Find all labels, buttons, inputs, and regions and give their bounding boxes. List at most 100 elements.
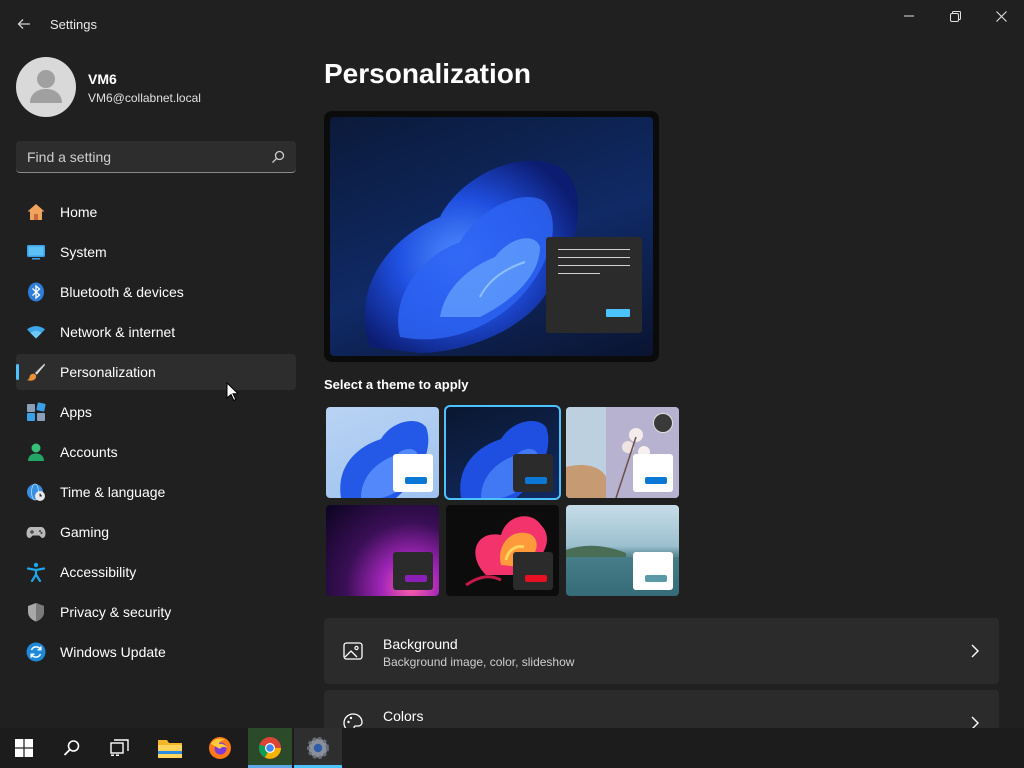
theme-preview [324,111,659,362]
sidebar-item-system[interactable]: System [16,234,296,270]
image-icon [343,642,363,660]
search-icon[interactable] [270,149,286,165]
accent-sample [645,477,667,484]
search-placeholder: Find a setting [27,149,112,165]
chevron-right-icon [971,644,979,658]
home-icon [27,204,45,220]
app-title: Settings [50,17,97,32]
person-icon [28,443,44,461]
restore-icon [949,10,961,22]
task-view-icon [110,739,129,756]
arrow-left-icon [17,19,30,29]
wallpaper-preview [330,117,653,356]
theme-tile-windows-light[interactable] [326,407,439,498]
sidebar-item-label: Personalization [60,364,156,380]
chrome-icon [259,737,281,759]
background-setting[interactable]: Background Background image, color, slid… [324,618,999,684]
title-bar: Settings [0,0,1024,48]
page-title: Personalization [324,58,531,89]
colors-setting[interactable]: Colors [324,690,999,733]
sidebar-item-accessibility[interactable]: Accessibility [16,554,296,590]
back-button[interactable] [10,10,38,38]
search-input[interactable]: Find a setting [16,141,296,173]
sidebar-item-time-language[interactable]: Time & language [16,474,296,510]
close-button[interactable] [978,0,1024,32]
taskbar-search-button[interactable] [50,728,94,768]
chrome-button[interactable] [248,728,292,768]
task-view-button[interactable] [98,728,142,768]
sidebar-item-label: Bluetooth & devices [60,284,184,300]
sidebar-item-label: Accounts [60,444,118,460]
settings-button[interactable] [294,728,342,768]
user-name: VM6 [88,71,117,87]
user-email: VM6@collabnet.local [88,91,201,105]
sidebar-item-accounts[interactable]: Accounts [16,434,296,470]
window-sample [633,552,673,590]
preview-line [558,257,630,258]
setting-title: Colors [383,708,424,724]
monitor-icon [27,245,45,260]
sidebar-item-label: System [60,244,107,260]
bluetooth-icon [28,282,44,302]
sidebar-item-label: Windows Update [60,644,166,660]
sidebar-item-personalization[interactable]: Personalization [16,354,296,390]
file-explorer-icon [158,740,182,758]
theme-tile-flowers-spotlight[interactable] [566,407,679,498]
wifi-icon [27,326,45,339]
window-sample [393,552,433,590]
firefox-button[interactable] [198,728,242,768]
sidebar-item-privacy[interactable]: Privacy & security [16,594,296,630]
accessibility-icon [26,562,46,582]
minimize-icon [904,15,914,17]
start-icon [15,739,33,757]
mouse-cursor-icon [226,382,238,402]
sidebar-nav: Home System Bluetooth & devices Network … [16,194,296,674]
themes-section-label: Select a theme to apply [324,377,469,392]
restore-button[interactable] [932,0,978,32]
sidebar-item-label: Privacy & security [60,604,172,620]
close-icon [995,10,1007,22]
sidebar-item-apps[interactable]: Apps [16,394,296,430]
refresh-icon [26,642,46,662]
search-icon [63,740,80,756]
theme-tile-captured-motion[interactable] [446,505,559,596]
sidebar-item-label: Time & language [60,484,166,500]
preview-line [558,265,630,266]
settings-icon [307,737,329,759]
theme-tile-windows-dark[interactable] [444,405,561,500]
sidebar-item-label: Apps [60,404,92,420]
sidebar-item-bluetooth[interactable]: Bluetooth & devices [16,274,296,310]
sidebar-item-home[interactable]: Home [16,194,296,230]
sidebar-item-gaming[interactable]: Gaming [16,514,296,550]
preview-line [558,249,630,250]
sidebar-item-label: Home [60,204,98,220]
start-button[interactable] [2,728,46,768]
window-sample [513,454,553,492]
apps-icon [27,402,46,421]
accent-sample [405,477,427,484]
accent-sample [645,575,667,582]
preview-window [546,237,642,333]
theme-tile-flow[interactable] [566,505,679,596]
sidebar-item-label: Accessibility [60,564,137,580]
taskbar [0,728,1024,768]
setting-subtitle: Background image, color, slideshow [383,655,575,669]
firefox-icon [209,737,231,759]
sidebar-item-network[interactable]: Network & internet [16,314,296,350]
sidebar-item-label: Network & internet [60,324,176,340]
sidebar-item-windows-update[interactable]: Windows Update [16,634,296,670]
user-profile[interactable]: VM6 VM6@collabnet.local [16,57,296,117]
file-explorer-button[interactable] [148,728,192,768]
sidebar-item-label: Gaming [60,524,110,540]
preview-button [606,309,630,317]
accent-sample [405,575,427,582]
accent-sample [525,575,547,582]
window-sample [513,552,553,590]
gamepad-icon [26,527,46,538]
setting-title: Background [383,636,458,652]
minimize-button[interactable] [886,0,932,32]
theme-tile-glow[interactable] [326,505,439,596]
preview-line [558,273,600,274]
window-sample [393,454,433,492]
accent-sample [525,477,547,484]
